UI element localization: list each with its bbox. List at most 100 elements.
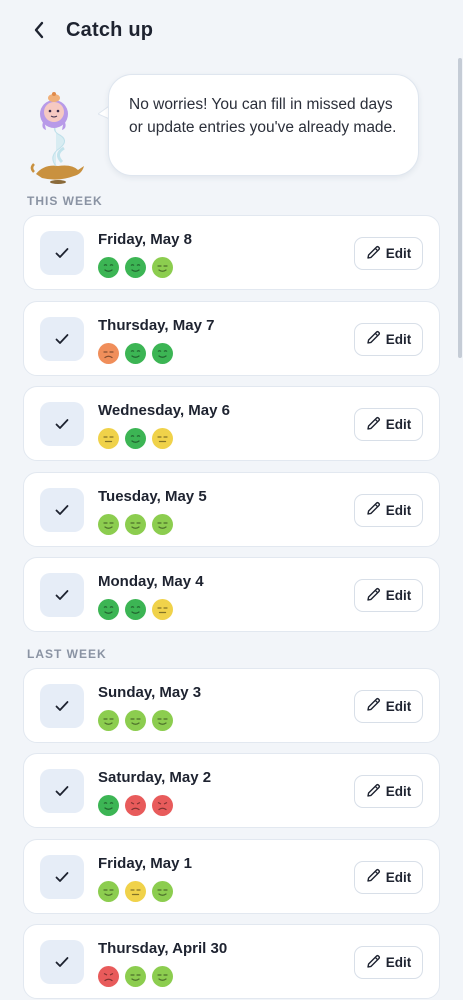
mood-row: [98, 795, 173, 816]
day-label: Thursday, May 7: [98, 316, 215, 334]
day-list: Sunday, May 3 Edit Saturday, May 2 Edit Frid…: [0, 667, 463, 999]
edit-label: Edit: [385, 955, 412, 970]
mood-row: [98, 342, 173, 364]
pencil-icon: [366, 330, 381, 348]
mood-great-icon: [98, 795, 119, 816]
pencil-icon: [366, 587, 381, 605]
edit-button[interactable]: Edit: [354, 237, 423, 270]
mood-row: [98, 709, 173, 731]
mood-bad-icon: [152, 795, 173, 816]
mood-great-icon: [98, 599, 119, 620]
checkmark-icon: [40, 573, 84, 617]
mood-great-icon: [125, 599, 146, 620]
day-entry-card[interactable]: Sunday, May 3 Edit: [23, 667, 440, 743]
day-list: Friday, May 8 Edit Thursday, May 7 Edit Wedn…: [0, 215, 463, 632]
mood-row: [98, 966, 173, 987]
mood-row: [98, 599, 173, 620]
pencil-icon: [366, 783, 381, 801]
day-label: Monday, May 4: [98, 573, 204, 590]
intro-section: No worries! You can fill in missed days …: [0, 60, 463, 190]
mood-okay-icon: [98, 428, 119, 449]
pencil-icon: [366, 245, 381, 263]
mood-row: [98, 880, 173, 902]
mood-okay-icon: [152, 428, 173, 449]
edit-label: Edit: [385, 698, 412, 714]
mood-good-icon: [98, 513, 119, 535]
genie-mascot-icon: [30, 92, 84, 184]
pencil-icon: [366, 868, 381, 886]
entries-list: THIS WEEK Friday, May 8 Edit Thursday, May …: [0, 190, 463, 999]
edit-label: Edit: [385, 246, 412, 261]
mood-okay-icon: [152, 599, 173, 620]
day-entry-card[interactable]: Thursday, April 30 Edit: [23, 924, 440, 999]
edit-button[interactable]: Edit: [354, 579, 423, 612]
mood-bad-icon: [125, 795, 146, 816]
checkmark-icon: [40, 487, 84, 532]
mood-okay-icon: [125, 880, 146, 902]
edit-label: Edit: [385, 502, 412, 518]
section-label: THIS WEEK: [27, 194, 103, 208]
day-entry-card[interactable]: Friday, May 1 Edit: [23, 838, 440, 914]
day-label: Tuesday, May 5: [98, 487, 207, 505]
edit-button[interactable]: Edit: [354, 946, 423, 979]
day-label: Wednesday, May 6: [98, 402, 230, 419]
edit-button[interactable]: Edit: [354, 322, 423, 356]
day-entry-card[interactable]: Thursday, May 7 Edit: [23, 300, 440, 376]
edit-label: Edit: [385, 869, 412, 885]
edit-button[interactable]: Edit: [354, 860, 423, 894]
mood-great-icon: [152, 342, 173, 364]
pencil-icon: [366, 697, 381, 715]
edit-button[interactable]: Edit: [354, 689, 423, 723]
mood-great-icon: [125, 257, 146, 278]
mood-great-icon: [98, 257, 119, 278]
mood-good-icon: [152, 257, 173, 278]
mood-good-icon: [152, 709, 173, 731]
mood-good-icon: [98, 880, 119, 902]
day-label: Friday, May 1: [98, 854, 192, 872]
edit-button[interactable]: Edit: [354, 493, 423, 527]
checkmark-icon: [40, 316, 84, 361]
mood-great-icon: [125, 342, 146, 364]
mood-good-icon: [152, 513, 173, 535]
checkmark-icon: [40, 854, 84, 899]
checkmark-icon: [40, 683, 84, 728]
mood-good-icon: [152, 966, 173, 987]
day-label: Friday, May 8: [98, 231, 192, 248]
edit-label: Edit: [385, 417, 412, 432]
mood-bad-icon: [98, 966, 119, 987]
mood-good-icon: [125, 513, 146, 535]
mood-meh-icon: [98, 342, 119, 364]
day-entry-card[interactable]: Monday, May 4 Edit: [23, 557, 440, 632]
day-label: Sunday, May 3: [98, 683, 202, 701]
mood-good-icon: [125, 966, 146, 987]
chevron-left-icon[interactable]: [28, 19, 50, 41]
checkmark-icon: [40, 231, 84, 275]
day-entry-card[interactable]: Friday, May 8 Edit: [23, 215, 440, 290]
mood-good-icon: [152, 880, 173, 902]
checkmark-icon: [40, 402, 84, 446]
page-title: Catch up: [66, 18, 154, 41]
header: Catch up: [0, 0, 463, 60]
checkmark-icon: [40, 769, 84, 813]
mood-great-icon: [125, 428, 146, 449]
day-entry-card[interactable]: Tuesday, May 5 Edit: [23, 471, 440, 547]
edit-button[interactable]: Edit: [354, 775, 423, 808]
mood-row: [98, 257, 173, 278]
pencil-icon: [366, 954, 381, 972]
edit-button[interactable]: Edit: [354, 408, 423, 441]
day-label: Thursday, April 30: [98, 940, 228, 957]
mood-good-icon: [125, 709, 146, 731]
edit-label: Edit: [385, 588, 412, 603]
section-label: LAST WEEK: [27, 646, 107, 661]
scrollbar[interactable]: [458, 58, 462, 358]
checkmark-icon: [40, 940, 84, 984]
mood-good-icon: [98, 709, 119, 731]
day-entry-card[interactable]: Saturday, May 2 Edit: [23, 753, 440, 828]
speech-bubble: No worries! You can fill in missed days …: [108, 74, 419, 176]
mood-row: [98, 428, 173, 449]
pencil-icon: [366, 416, 381, 434]
pencil-icon: [366, 501, 381, 519]
mood-row: [98, 513, 173, 535]
day-label: Saturday, May 2: [98, 769, 212, 786]
day-entry-card[interactable]: Wednesday, May 6 Edit: [23, 386, 440, 461]
